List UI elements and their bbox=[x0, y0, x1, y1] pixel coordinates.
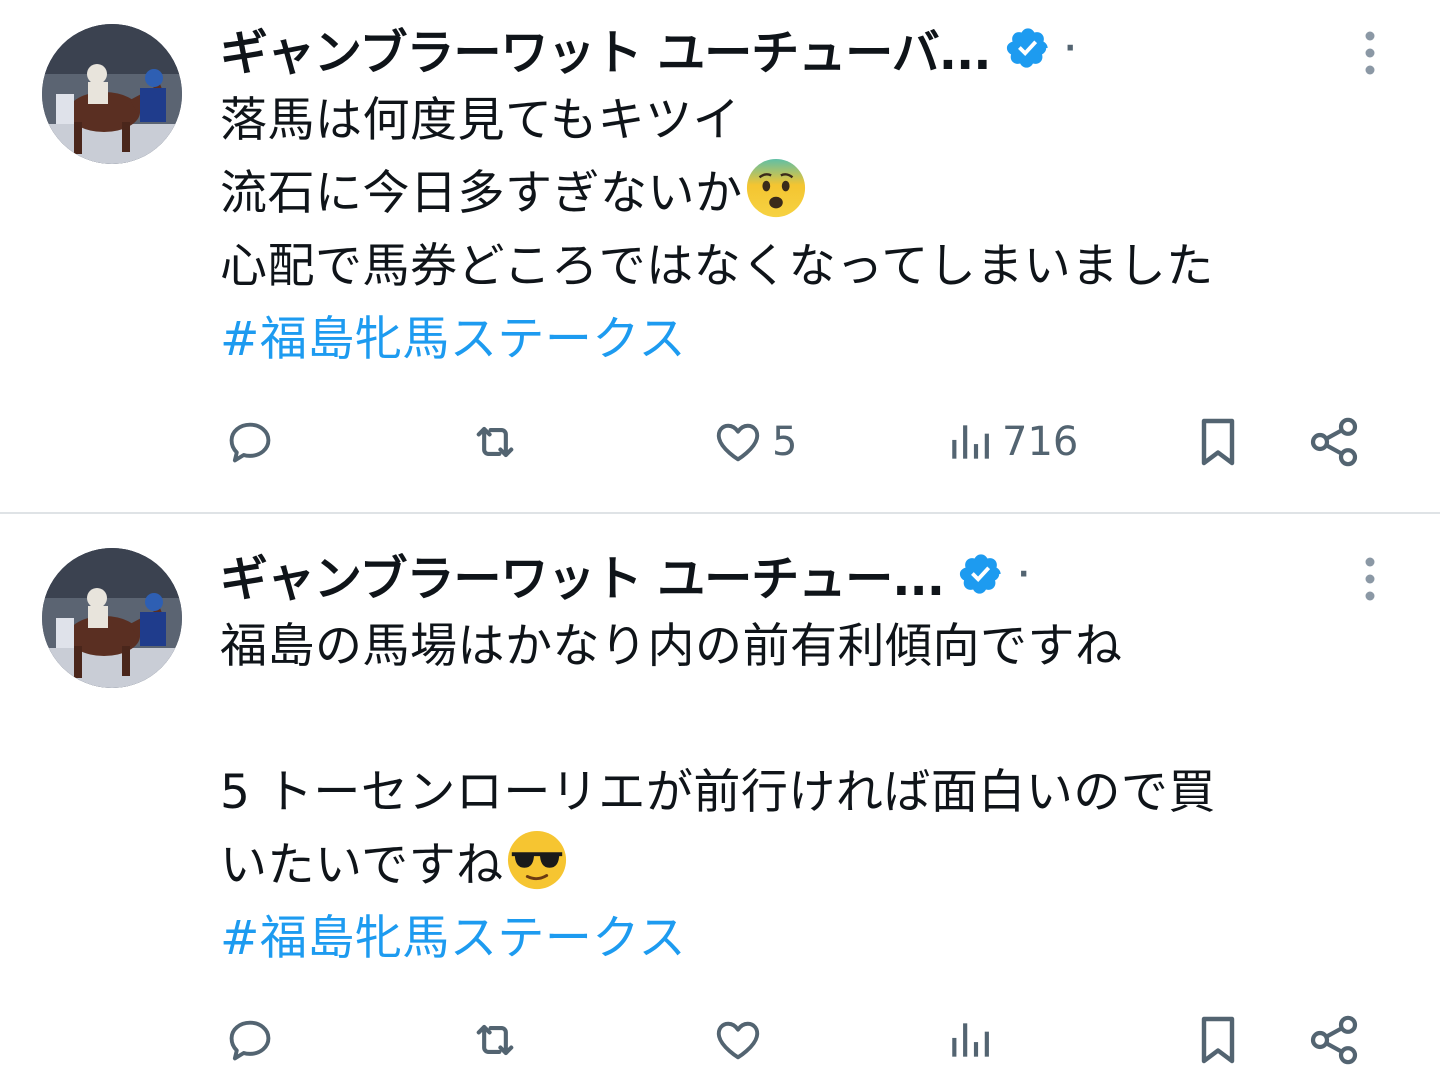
verified-badge-icon bbox=[1006, 28, 1048, 68]
bookmark-icon bbox=[1201, 418, 1235, 466]
tweet-text: 福島の馬場はかなり内の前有利傾向ですね 5 トーセンローリエが前行ければ面白いの… bbox=[220, 610, 1410, 975]
views-button[interactable]: 716 bbox=[946, 412, 1078, 472]
heart-icon bbox=[716, 423, 760, 462]
more-vertical-icon[interactable] bbox=[1356, 554, 1384, 604]
tweet-text-line: 流石に今日多すぎないか bbox=[220, 157, 1410, 230]
bookmark-button[interactable] bbox=[1190, 412, 1246, 472]
share-button[interactable] bbox=[1306, 412, 1362, 472]
like-button[interactable] bbox=[710, 1010, 766, 1070]
tweet-text-line: 福島の馬場はかなり内の前有利傾向ですね bbox=[220, 619, 1123, 674]
verified-badge-icon bbox=[959, 554, 1001, 594]
reply-icon bbox=[229, 1020, 271, 1061]
action-bar: 5 716 bbox=[220, 412, 1370, 472]
tweet-text: 落馬は何度見てもキツイ 流石に今日多すぎないか 心配で馬券どころではなくなってし… bbox=[220, 84, 1410, 376]
like-button[interactable]: 5 bbox=[710, 412, 797, 472]
tweet-text-line: 落馬は何度見てもキツイ bbox=[220, 93, 741, 148]
avatar-horse-racing-image bbox=[42, 24, 182, 164]
more-vertical-icon[interactable] bbox=[1356, 28, 1384, 78]
tweet-1[interactable]: ギャンブラーワット ユーチューバ... · 落馬は何度見てもキツイ 流石に今日多… bbox=[0, 0, 1440, 514]
separator-dot: · bbox=[1064, 30, 1076, 66]
tweet-header: ギャンブラーワット ユーチューバ... · bbox=[220, 20, 1076, 81]
views-button[interactable] bbox=[946, 1010, 996, 1070]
tweet-text-line: 心配で馬券どころではなくなってしまいました bbox=[220, 239, 1214, 294]
reply-button[interactable] bbox=[220, 412, 280, 472]
action-bar bbox=[220, 1010, 1370, 1070]
heart-icon bbox=[716, 1021, 760, 1060]
separator-dot: · bbox=[1017, 556, 1030, 592]
avatar[interactable] bbox=[42, 24, 182, 164]
views-count: 716 bbox=[1002, 419, 1079, 465]
hashtag-link[interactable]: #福島牝馬ステークス bbox=[220, 303, 1410, 376]
retweet-button[interactable] bbox=[464, 412, 526, 472]
anxious-face-emoji-icon bbox=[746, 158, 805, 218]
bookmark-button[interactable] bbox=[1190, 1010, 1246, 1070]
display-name[interactable]: ギャンブラーワット ユーチュー... bbox=[220, 539, 945, 609]
share-icon bbox=[1310, 1015, 1358, 1065]
sunglasses-face-emoji-icon bbox=[507, 830, 566, 890]
avatar[interactable] bbox=[42, 548, 182, 688]
reply-icon bbox=[229, 422, 271, 463]
tweet-text-segment: いたいですね bbox=[220, 838, 504, 893]
hashtag-link[interactable]: #福島牝馬ステークス bbox=[220, 902, 1410, 975]
retweet-button[interactable] bbox=[464, 1010, 526, 1070]
views-chart-icon bbox=[952, 425, 989, 459]
retweet-icon bbox=[476, 1024, 514, 1056]
tweet-text-line: いたいですね bbox=[220, 829, 1410, 902]
like-count: 5 bbox=[772, 419, 798, 465]
reply-button[interactable] bbox=[220, 1010, 280, 1070]
display-name[interactable]: ギャンブラーワット ユーチューバ... bbox=[220, 13, 991, 83]
avatar-horse-racing-image bbox=[42, 548, 182, 688]
retweet-icon bbox=[476, 426, 514, 458]
tweet-text-segment: 流石に今日多すぎないか bbox=[220, 166, 743, 221]
tweet-header: ギャンブラーワット ユーチュー... · bbox=[220, 546, 1030, 607]
tweet-text-line: 5 トーセンローリエが前行ければ面白いので買 bbox=[220, 765, 1216, 820]
views-chart-icon bbox=[952, 1023, 989, 1057]
bookmark-icon bbox=[1201, 1016, 1235, 1064]
share-icon bbox=[1310, 417, 1358, 467]
share-button[interactable] bbox=[1306, 1010, 1362, 1070]
